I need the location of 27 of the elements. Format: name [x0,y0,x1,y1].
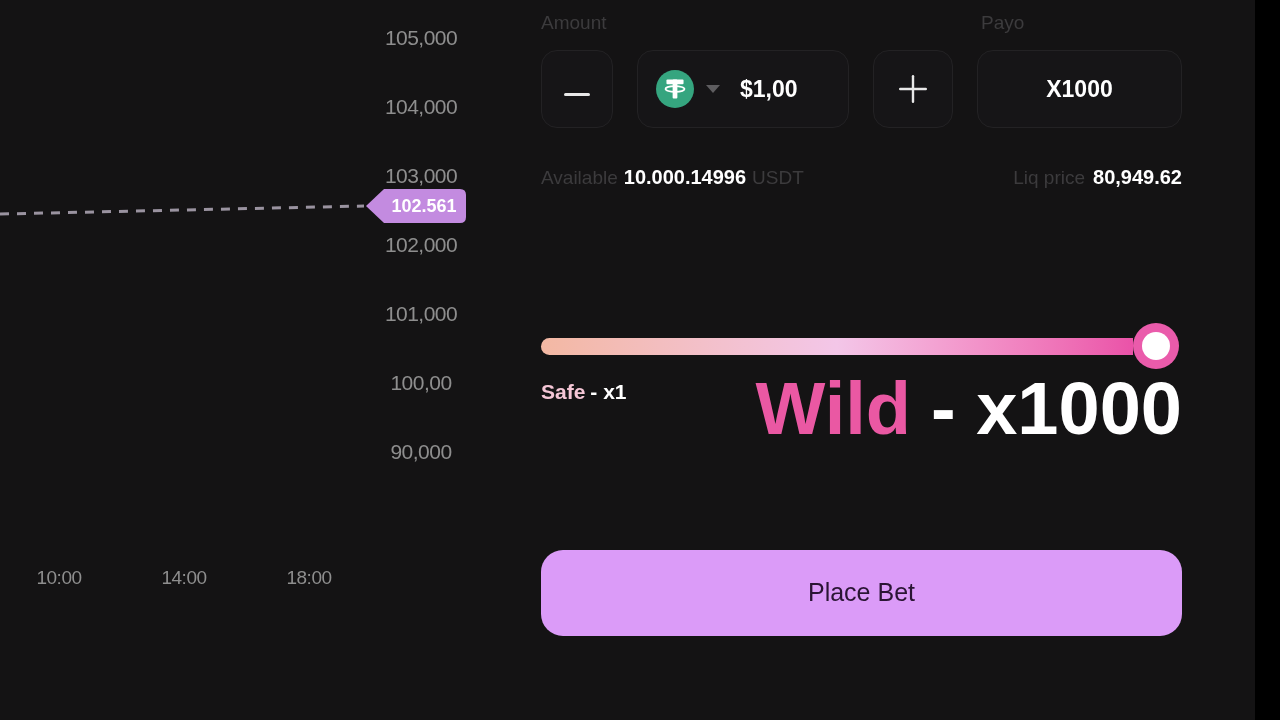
price-tag: 102.561 [366,189,466,223]
y-axis-label: 100,00 [390,370,452,394]
payout-field[interactable]: X1000 [977,50,1182,128]
risk-level-label: Safe [541,378,586,405]
current-multiplier: - x1000 [931,371,1182,446]
coin-icon [656,70,694,108]
current-risk-label: Wild [755,371,911,446]
y-axis-label: 105,000 [384,25,458,49]
y-axis-label: 104,000 [384,94,458,118]
x-axis-label: 10:00 [36,566,82,588]
x-axis-label: 18:00 [286,566,332,588]
y-axis-label: 90,000 [390,439,452,463]
y-axis-label: 101,000 [384,301,458,325]
available-amount: 10.000.14996 [623,165,747,190]
liq-price-value: 80,949.62 [1093,165,1182,190]
multiplier-label: - x1 [590,378,627,405]
amount-field[interactable]: $1,00 [637,50,849,128]
slider-thumb[interactable] [1133,323,1179,369]
increase-button[interactable] [873,50,953,128]
amount-input[interactable]: $1,00 [740,71,840,107]
x-axis-label: 14:00 [161,566,207,588]
plus-icon [899,75,927,103]
y-axis-label: 102,000 [384,232,458,256]
caret-icon[interactable] [706,85,720,93]
place-bet-button[interactable]: Place Bet [541,549,1182,636]
minus-icon [564,92,590,96]
y-axis-label: 103,000 [384,163,458,187]
